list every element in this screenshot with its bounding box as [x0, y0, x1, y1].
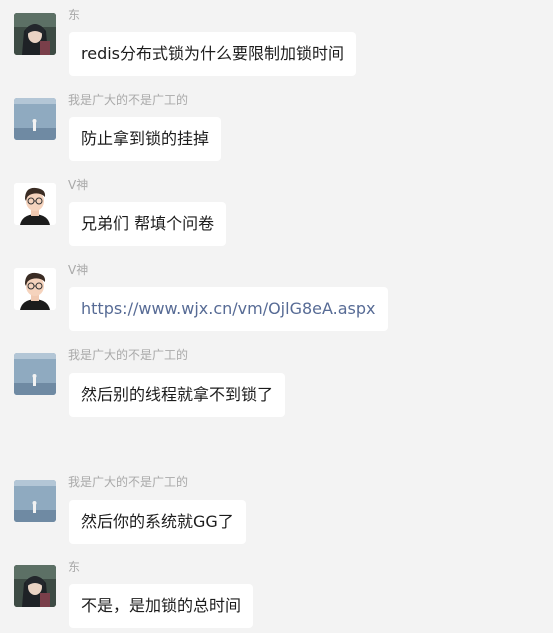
anime-avatar[interactable]	[14, 565, 56, 607]
link-bubble[interactable]: https://www.wjx.cn/vm/OjlG8eA.aspx	[69, 287, 388, 331]
sender-name: V神	[68, 263, 89, 277]
message-bubble[interactable]: 兄弟们 帮填个问卷	[69, 202, 227, 246]
man-avatar[interactable]	[14, 183, 56, 225]
lake-avatar[interactable]	[14, 480, 56, 522]
message-bubble[interactable]: 然后你的系统就GG了	[69, 500, 246, 544]
man-avatar[interactable]	[14, 268, 56, 310]
message-bubble[interactable]: redis分布式锁为什么要限制加锁时间	[69, 32, 357, 76]
lake-avatar[interactable]	[14, 353, 56, 395]
lake-avatar[interactable]	[14, 98, 56, 140]
sender-name: 东	[68, 560, 81, 574]
message-bubble[interactable]: 然后别的线程就拿不到锁了	[69, 373, 286, 417]
message-bubble[interactable]: 不是，是加锁的总时间	[69, 584, 254, 628]
sender-name: V神	[68, 178, 89, 192]
sender-name: 我是广大的不是广工的	[68, 348, 189, 362]
sender-name: 我是广大的不是广工的	[68, 93, 189, 107]
anime-avatar[interactable]	[14, 13, 56, 55]
sender-name: 东	[68, 8, 81, 22]
sender-name: 我是广大的不是广工的	[68, 475, 189, 489]
message-bubble[interactable]: 防止拿到锁的挂掉	[69, 117, 222, 161]
